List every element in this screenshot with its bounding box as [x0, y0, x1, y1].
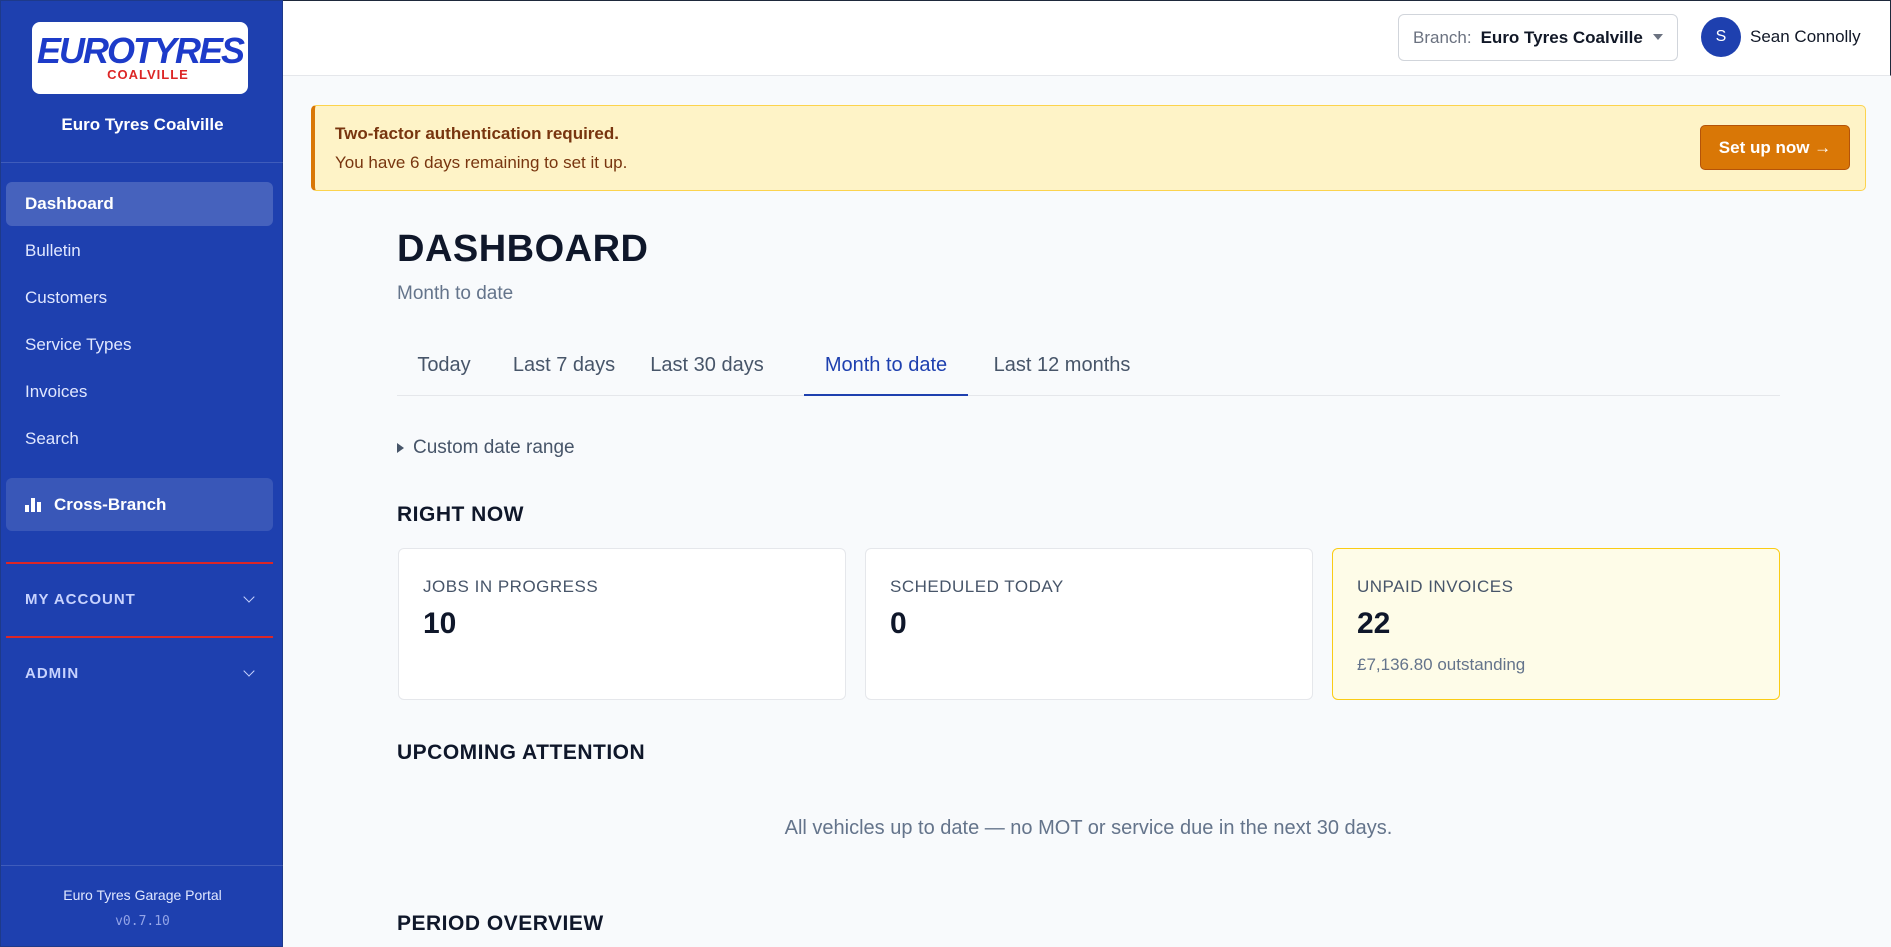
- tab-today[interactable]: Today: [397, 341, 491, 396]
- user-name[interactable]: Sean Connolly: [1750, 27, 1861, 47]
- sidebar-footer-divider: [1, 865, 284, 866]
- logo-wordmark: EUROTYRES: [36, 30, 245, 71]
- sidebar-item-bulletin[interactable]: Bulletin: [6, 229, 273, 273]
- bar-chart-icon: [25, 497, 42, 512]
- topbar: Branch: Euro Tyres Coalville S Sean Conn…: [283, 0, 1891, 76]
- tab-month-to-date[interactable]: Month to date: [804, 341, 968, 396]
- stat-card-jobs-in-progress[interactable]: JOBS IN PROGRESS 10: [398, 548, 846, 700]
- sidebar-item-search[interactable]: Search: [6, 417, 273, 461]
- setup-2fa-button[interactable]: Set up now →: [1700, 125, 1850, 170]
- caret-down-icon: [1653, 34, 1663, 40]
- sidebar-item-label: Cross-Branch: [54, 494, 167, 514]
- my-account-toggle[interactable]: MY ACCOUNT: [6, 579, 273, 619]
- stat-card-value: 0: [890, 607, 907, 640]
- alert-text: You have 6 days remaining to set it up.: [335, 153, 628, 172]
- page-title: DASHBOARD: [397, 228, 649, 270]
- section-title-right-now: RIGHT NOW: [397, 503, 524, 526]
- stat-card-scheduled-today[interactable]: SCHEDULED TODAY 0: [865, 548, 1313, 700]
- branch-select-label: Branch:: [1413, 27, 1472, 47]
- logo-location: COALVILLE: [107, 67, 189, 82]
- sidebar-divider: [1, 162, 284, 163]
- sidebar-branch-name: Euro Tyres Coalville: [61, 115, 224, 134]
- custom-date-range-toggle[interactable]: Custom date range: [397, 437, 575, 459]
- sidebar-item-service-types[interactable]: Service Types: [6, 323, 273, 367]
- portal-name: Euro Tyres Garage Portal: [63, 887, 222, 903]
- chevron-down-icon: [243, 665, 255, 677]
- sidebar-item-cross-branch[interactable]: Cross-Branch: [6, 478, 273, 531]
- my-account-label: MY ACCOUNT: [25, 590, 136, 608]
- section-divider: [6, 636, 273, 638]
- section-title-upcoming-attention: UPCOMING ATTENTION: [397, 741, 646, 764]
- sidebar-item-dashboard[interactable]: Dashboard: [6, 182, 273, 226]
- avatar[interactable]: S: [1701, 17, 1741, 57]
- chevron-down-icon: [243, 591, 255, 603]
- app-version: v0.7.10: [115, 914, 170, 929]
- two-factor-alert: Two-factor authentication required. You …: [311, 105, 1866, 191]
- brand-logo[interactable]: EUROTYRES COALVILLE: [32, 22, 248, 94]
- branch-select-value: Euro Tyres Coalville: [1480, 27, 1643, 47]
- stat-card-note: £7,136.80 outstanding: [1357, 655, 1526, 674]
- admin-label: ADMIN: [25, 664, 80, 682]
- custom-date-range-label: Custom date range: [413, 437, 575, 458]
- stat-card-label: UNPAID INVOICES: [1357, 577, 1514, 596]
- page-subtitle: Month to date: [397, 283, 514, 304]
- tab-last-30-days[interactable]: Last 30 days: [637, 341, 777, 396]
- stat-card-value: 22: [1357, 607, 1391, 640]
- branch-select[interactable]: Branch: Euro Tyres Coalville: [1398, 14, 1678, 61]
- stat-card-value: 10: [423, 607, 457, 640]
- stat-card-label: SCHEDULED TODAY: [890, 577, 1064, 596]
- tab-last-12-months[interactable]: Last 12 months: [980, 341, 1144, 396]
- admin-toggle[interactable]: ADMIN: [6, 653, 273, 693]
- disclosure-triangle-icon: [397, 443, 404, 453]
- period-tabs: Today Last 7 days Last 30 days Month to …: [397, 341, 1780, 396]
- section-title-period-overview: PERIOD OVERVIEW: [397, 912, 604, 935]
- section-divider: [6, 562, 273, 564]
- tab-last-7-days[interactable]: Last 7 days: [498, 341, 630, 396]
- stat-card-unpaid-invoices[interactable]: UNPAID INVOICES 22 £7,136.80 outstanding: [1332, 548, 1780, 700]
- sidebar: EUROTYRES COALVILLE Euro Tyres Coalville…: [0, 0, 284, 947]
- upcoming-empty-message: All vehicles up to date — no MOT or serv…: [784, 817, 1393, 839]
- stat-card-label: JOBS IN PROGRESS: [423, 577, 599, 596]
- sidebar-item-invoices[interactable]: Invoices: [6, 370, 273, 414]
- alert-title: Two-factor authentication required.: [335, 124, 619, 143]
- sidebar-item-customers[interactable]: Customers: [6, 276, 273, 320]
